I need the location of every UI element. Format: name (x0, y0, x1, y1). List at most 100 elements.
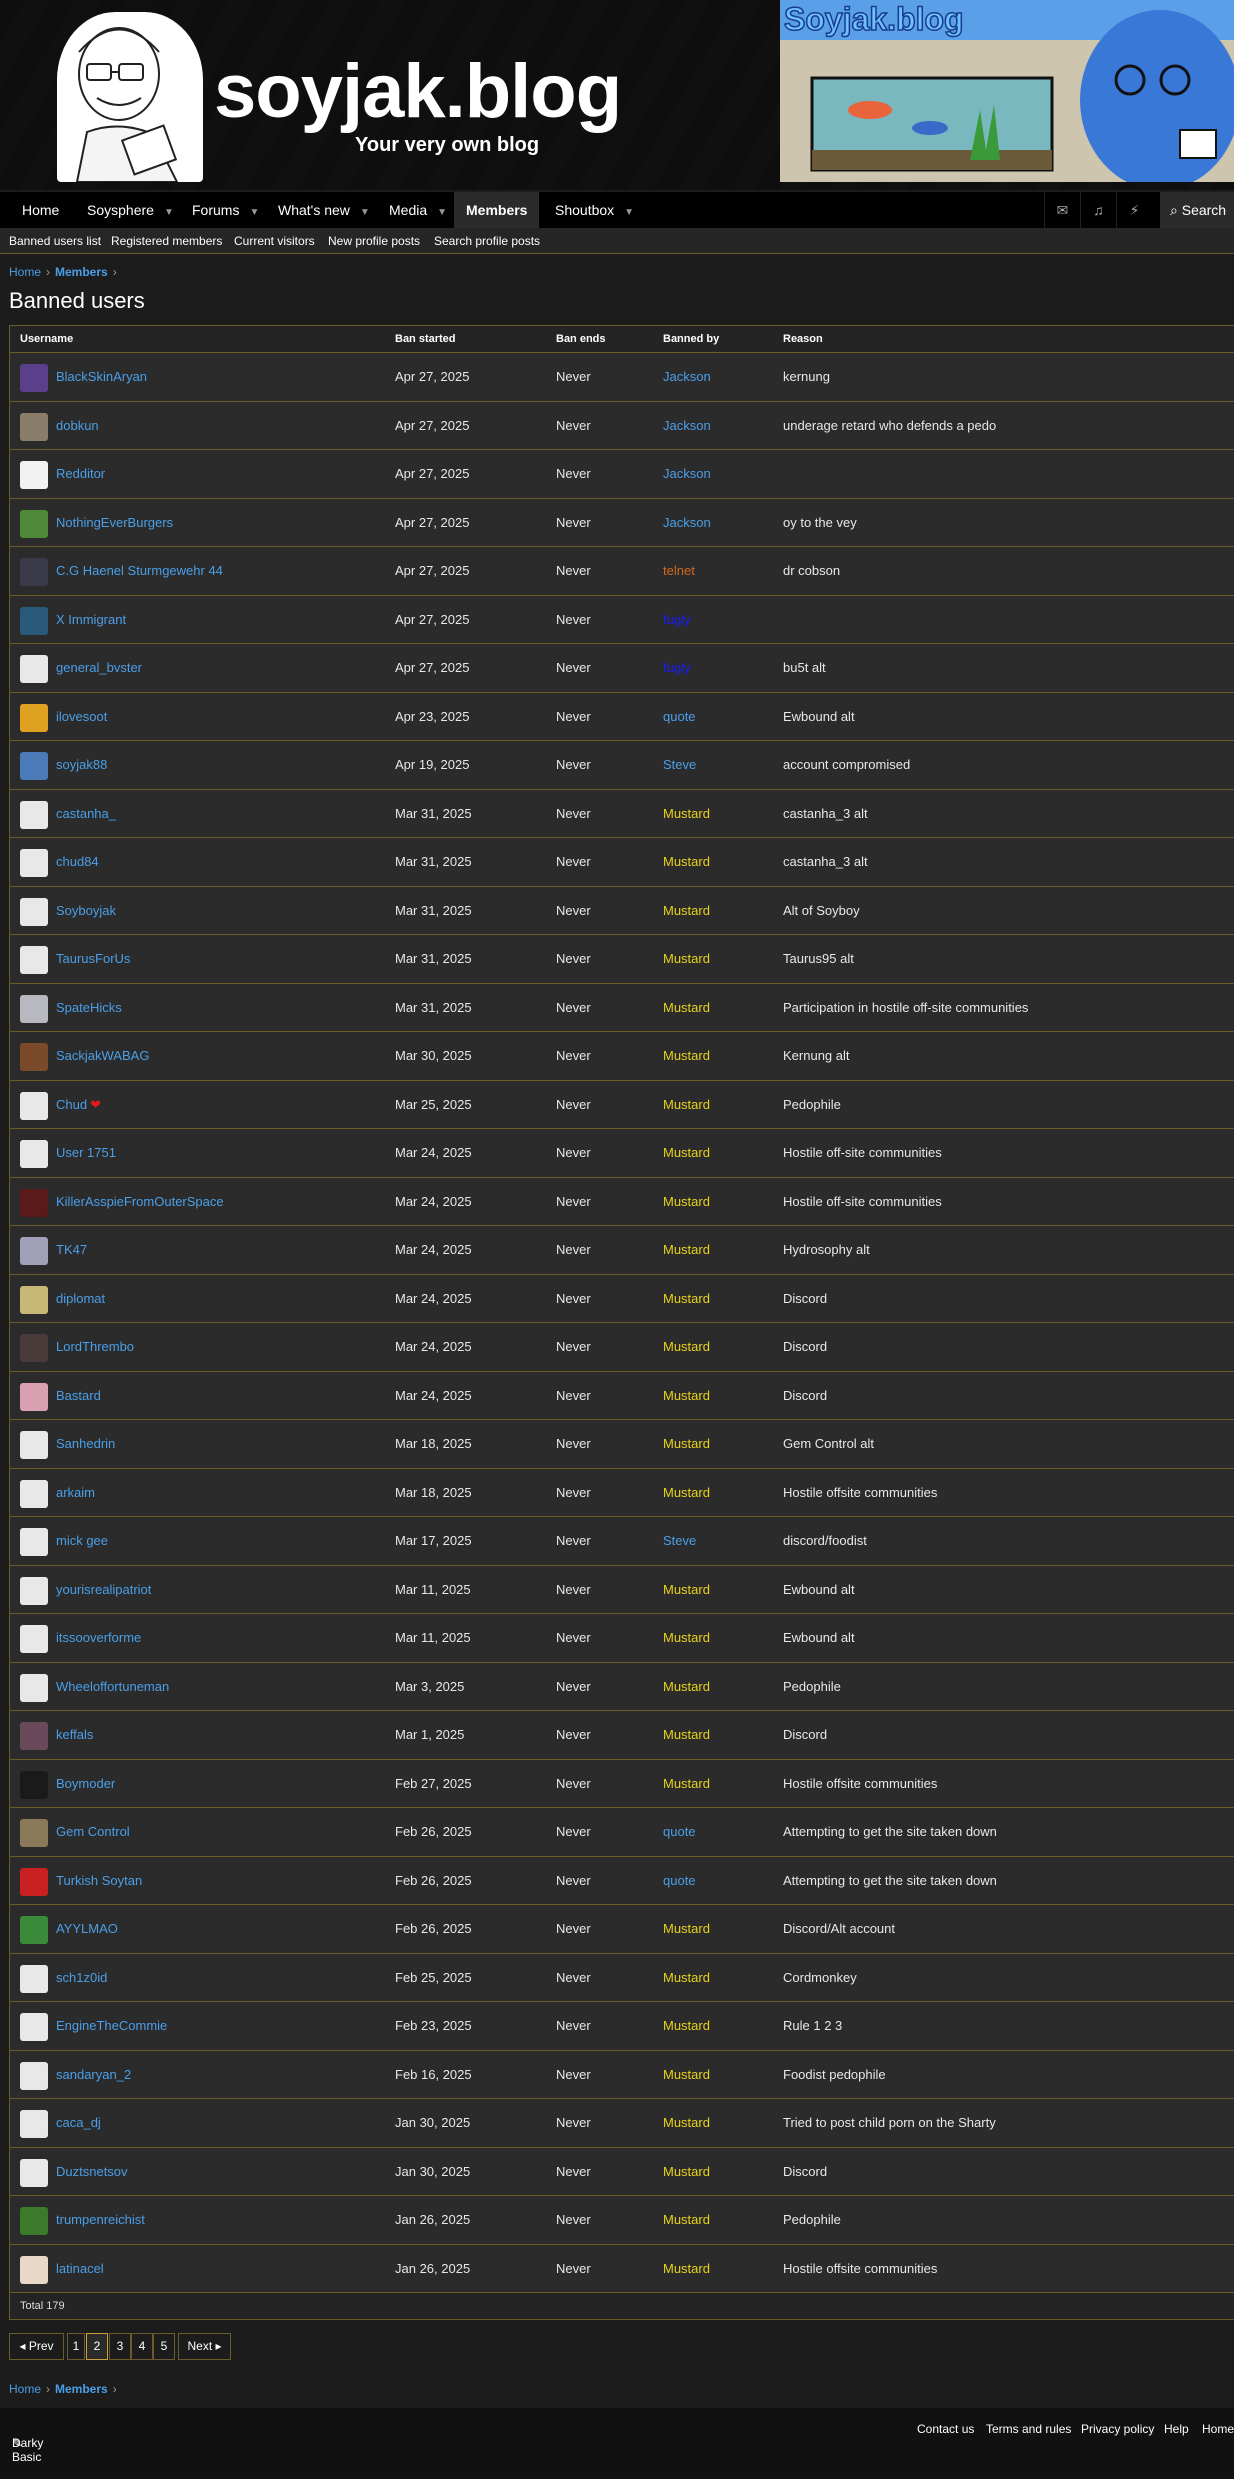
chevron-down-icon[interactable]: ▼ (437, 207, 447, 218)
banned-by-link[interactable]: Steve (663, 741, 696, 789)
breadcrumb-members[interactable]: Members (55, 2382, 108, 2396)
banned-by-link[interactable]: Mustard (663, 935, 710, 983)
avatar[interactable] (20, 412, 48, 441)
avatar[interactable] (20, 1140, 48, 1168)
username-link[interactable]: latinacel (56, 2245, 104, 2293)
banned-by-link[interactable]: Mustard (663, 1275, 710, 1323)
avatar[interactable] (20, 703, 48, 732)
username-link[interactable]: yourisrealipatriot (56, 1566, 151, 1614)
avatar[interactable] (20, 1431, 48, 1459)
banned-by-link[interactable]: Mustard (663, 2148, 710, 2196)
username-link[interactable]: soyjak88 (56, 741, 107, 789)
banned-by-link[interactable]: Mustard (663, 1420, 710, 1468)
footer-terms-link[interactable]: Terms and rules (986, 2422, 1071, 2436)
username-link[interactable]: Turkish Soytan (56, 1857, 142, 1905)
avatar[interactable] (20, 1964, 48, 1993)
mail-icon[interactable]: ✉ (1044, 192, 1080, 228)
subnav-banned-users[interactable]: Banned users list (9, 228, 101, 254)
username-link[interactable]: caca_dj (56, 2099, 101, 2147)
chevron-down-icon[interactable]: ▼ (360, 207, 370, 218)
username-link[interactable]: BlackSkinAryan (56, 353, 147, 401)
bell-icon[interactable]: ♫ (1080, 192, 1116, 228)
avatar[interactable] (20, 2158, 48, 2187)
avatar[interactable] (20, 1237, 48, 1265)
banned-by-link[interactable]: Mustard (663, 1566, 710, 1614)
banned-by-link[interactable]: Mustard (663, 1178, 710, 1226)
avatar[interactable] (20, 509, 48, 538)
avatar[interactable] (20, 1479, 48, 1508)
username-link[interactable]: Chud ❤ (56, 1081, 101, 1129)
prev-page-button[interactable]: ◂ Prev (9, 2333, 64, 2360)
subnav-current-visitors[interactable]: Current visitors (234, 228, 315, 254)
page-button[interactable]: 1 (67, 2333, 85, 2360)
banned-by-link[interactable]: fugly (663, 644, 690, 692)
footer-contact-link[interactable]: Contact us (917, 2422, 974, 2436)
banned-by-link[interactable]: Mustard (663, 2051, 710, 2099)
avatar[interactable] (20, 1043, 48, 1071)
avatar[interactable] (20, 2255, 48, 2284)
page-button[interactable]: 5 (153, 2333, 175, 2360)
banned-by-link[interactable]: Mustard (663, 1663, 710, 1711)
username-link[interactable]: dobkun (56, 402, 99, 450)
avatar[interactable] (20, 2110, 48, 2138)
chevron-down-icon[interactable]: ▼ (164, 207, 174, 218)
avatar[interactable] (20, 1819, 48, 1847)
avatar[interactable] (20, 2207, 48, 2235)
username-link[interactable]: general_bvster (56, 644, 142, 692)
avatar[interactable] (20, 1916, 48, 1944)
footer-help-link[interactable]: Help (1164, 2422, 1189, 2436)
username-link[interactable]: TK47 (56, 1226, 87, 1274)
avatar[interactable] (20, 752, 48, 780)
banned-by-link[interactable]: Steve (663, 1517, 696, 1565)
nav-shoutbox[interactable]: Shoutbox ▼ (543, 192, 646, 228)
username-link[interactable]: Redditor (56, 450, 105, 498)
avatar[interactable] (20, 606, 48, 635)
username-link[interactable]: Boymoder (56, 1760, 115, 1808)
username-link[interactable]: Wheeloffortuneman (56, 1663, 169, 1711)
site-title[interactable]: soyjak.blog (214, 48, 622, 135)
avatar[interactable] (20, 2061, 48, 2090)
username-link[interactable]: diplomat (56, 1275, 105, 1323)
username-link[interactable]: NothingEverBurgers (56, 499, 173, 547)
username-link[interactable]: X Immigrant (56, 596, 126, 644)
search-button[interactable]: ⌕ Search (1160, 192, 1234, 228)
next-page-button[interactable]: Next ▸ (178, 2333, 231, 2360)
username-link[interactable]: sch1z0id (56, 1954, 107, 2002)
chevron-down-icon[interactable]: ▼ (249, 207, 259, 218)
username-link[interactable]: Gem Control (56, 1808, 130, 1856)
username-link[interactable]: SpateHicks (56, 984, 122, 1032)
nav-whats-new[interactable]: What's new ▼ (266, 192, 382, 228)
username-link[interactable]: chud84 (56, 838, 99, 886)
banned-by-link[interactable]: Jackson (663, 402, 711, 450)
banned-by-link[interactable]: Mustard (663, 1954, 710, 2002)
page-button-current[interactable]: 2 (86, 2333, 108, 2360)
avatar[interactable] (20, 1188, 48, 1217)
banned-by-link[interactable]: Mustard (663, 2099, 710, 2147)
username-link[interactable]: EngineTheCommie (56, 2002, 167, 2050)
username-link[interactable]: mick gee (56, 1517, 108, 1565)
breadcrumb-home[interactable]: Home (9, 2382, 41, 2396)
avatar[interactable] (20, 1867, 48, 1896)
banned-by-link[interactable]: Jackson (663, 450, 711, 498)
username-link[interactable]: arkaim (56, 1469, 95, 1517)
banned-by-link[interactable]: Mustard (663, 1081, 710, 1129)
banned-by-link[interactable]: Jackson (663, 499, 711, 547)
subnav-search-profile-posts[interactable]: Search profile posts (434, 228, 540, 254)
avatar[interactable] (20, 1334, 48, 1362)
avatar[interactable] (20, 1576, 48, 1605)
avatar[interactable] (20, 946, 48, 974)
nav-media[interactable]: Media ▼ (377, 192, 459, 228)
banned-by-link[interactable]: quote (663, 1808, 696, 1856)
nav-forums[interactable]: Forums ▼ (180, 192, 271, 228)
banned-by-link[interactable]: Mustard (663, 2002, 710, 2050)
footer-home-link[interactable]: Home (1202, 2422, 1234, 2436)
banned-by-link[interactable]: fugly (663, 596, 690, 644)
username-link[interactable]: castanha_ (56, 790, 116, 838)
username-link[interactable]: AYYLMAO (56, 1905, 118, 1953)
banned-by-link[interactable]: Mustard (663, 1614, 710, 1662)
username-link[interactable]: ilovesoot (56, 693, 107, 741)
banned-by-link[interactable]: quote (663, 693, 696, 741)
site-logo[interactable] (57, 12, 203, 182)
nav-members[interactable]: Members (454, 192, 540, 228)
username-link[interactable]: keffals (56, 1711, 93, 1759)
